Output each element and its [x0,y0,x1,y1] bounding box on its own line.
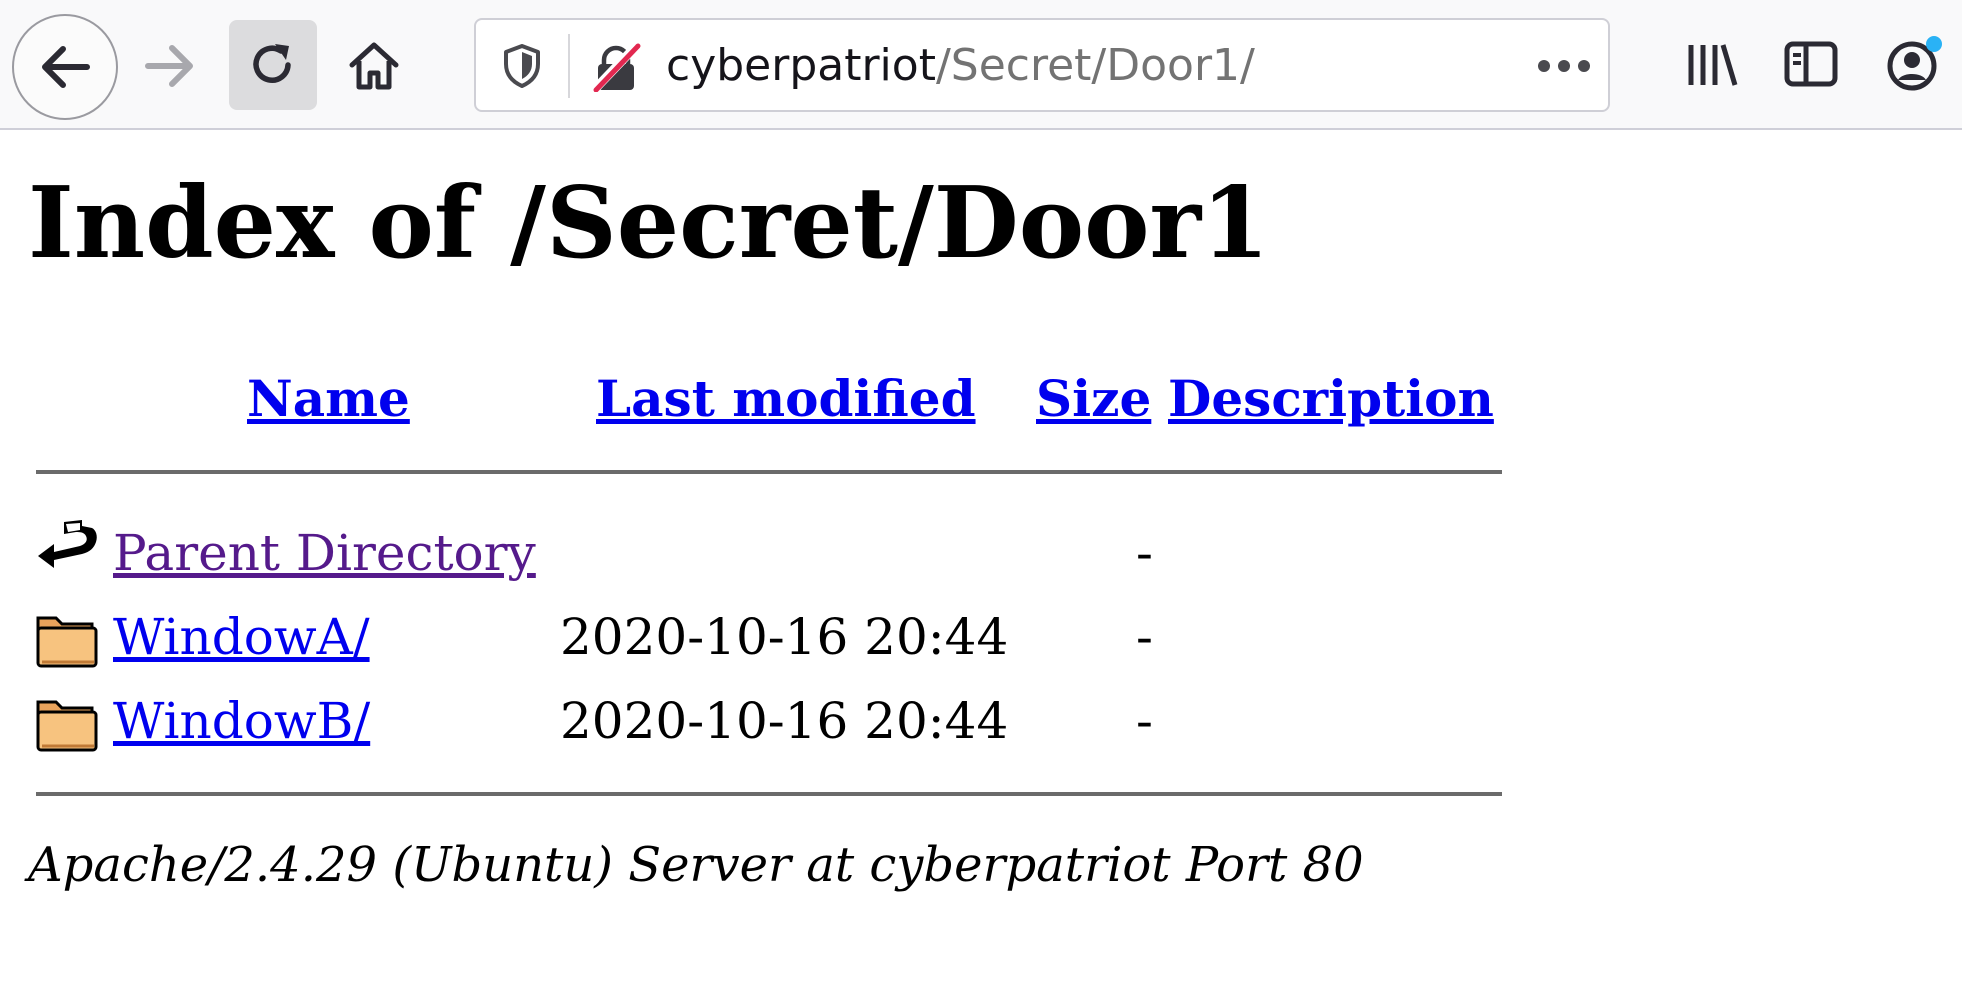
account-icon [1887,36,1942,91]
back-icon [38,520,97,568]
page-title: Index of /Secret/Door1 [28,166,1270,281]
sidebar-button[interactable] [1776,26,1846,102]
library-icon [1688,44,1738,86]
url-host: cyberpatriot [666,40,936,91]
forward-arrow-icon [145,45,193,87]
folder-icon [36,700,98,752]
page-actions-button[interactable] [1534,42,1594,90]
url-text[interactable]: cyberpatriot/Secret/Door1/ [666,36,1255,96]
page-content: Index of /Secret/Door1 Name Last modifie… [0,130,1962,1006]
browser-toolbar: cyberpatriot/Secret/Door1/ [0,0,1962,130]
home-icon [349,42,399,90]
sidebar-icon [1784,41,1838,87]
column-header-description[interactable]: Description [1168,364,1494,434]
entry-link-windowb[interactable]: WindowB/ [113,686,370,756]
footer-divider [36,792,1502,796]
folder-icon [36,616,98,668]
entry-modified: 2020-10-16 20:44 [560,692,1009,750]
entry-link-parent-directory[interactable]: Parent Directory [113,518,536,588]
column-header-name[interactable]: Name [247,364,410,434]
back-button[interactable] [12,14,118,120]
library-button[interactable] [1676,26,1746,102]
account-button[interactable] [1876,26,1952,102]
home-button[interactable] [334,26,414,106]
url-path: /Secret/Door1/ [935,40,1255,91]
url-divider [568,34,570,98]
more-dots-icon [1538,60,1590,72]
entry-modified: 2020-10-16 20:44 [560,608,1009,666]
entry-size: - [1136,524,1153,582]
reload-icon [253,44,291,83]
insecure-connection-icon[interactable] [592,40,642,92]
tracking-protection-shield-icon[interactable] [498,42,546,90]
back-arrow-icon [42,46,90,88]
reload-button[interactable] [229,20,317,110]
header-divider [36,470,1502,474]
entry-size: - [1136,692,1153,750]
column-header-last-modified[interactable]: Last modified [596,364,976,434]
server-signature: Apache/2.4.29 (Ubuntu) Server at cyberpa… [28,837,1364,893]
column-header-size[interactable]: Size [1036,364,1151,434]
address-bar[interactable]: cyberpatriot/Secret/Door1/ [474,18,1610,112]
notification-dot-icon [1926,36,1942,52]
entry-link-windowa[interactable]: WindowA/ [113,602,370,672]
forward-button[interactable] [130,26,210,106]
entry-size: - [1136,608,1153,666]
